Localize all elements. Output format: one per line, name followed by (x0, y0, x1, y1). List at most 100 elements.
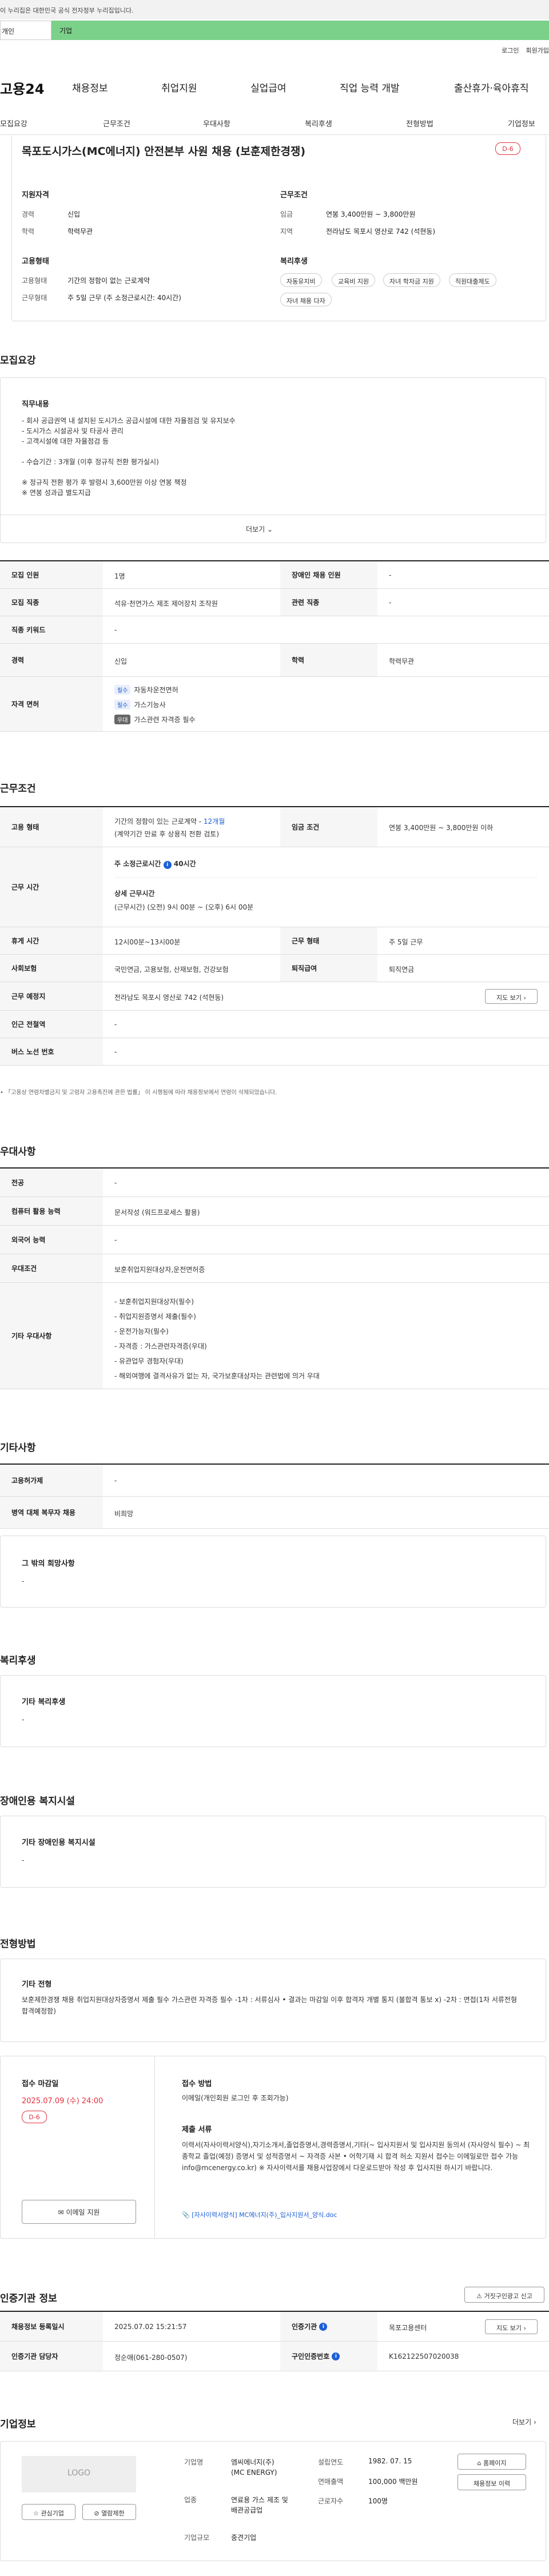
report-fake-ad-button[interactable]: ⚠ 거짓구인광고 신고 (464, 2287, 544, 2303)
career-value: 신입 (67, 210, 81, 218)
th-military: 병역 대체 복무자 채용 (0, 1497, 103, 1528)
cert-map-label: 지도 보기 (496, 2324, 522, 2332)
th-permit: 고용허가제 (0, 1465, 103, 1496)
place-value: 전라남도 목포시 영산로 742 (석현동) (326, 228, 436, 236)
block-view-button[interactable]: ⊘ 열람제한 (82, 2504, 136, 2520)
chevron-right-icon: › (523, 2324, 526, 2332)
welfare-other-value: - (22, 1716, 25, 1724)
td-time-weekly: 주 소정근로시간 i 40시간 (114, 859, 196, 869)
td-prefer-cond: 보훈취업지원대상자,운전면허증 (114, 1266, 205, 1274)
td-time-detail-head: 상세 근무시간 (114, 890, 155, 898)
job-history-button[interactable]: 채용정보 이력 (458, 2474, 526, 2490)
th-edu: 학력 (280, 644, 377, 676)
etc-other-card (0, 1536, 546, 1608)
welfare-chip: 자녀 학자금 지원 (383, 273, 440, 287)
td-career: 신입 (114, 657, 128, 665)
license-name: 자동차운전면허 (134, 686, 178, 694)
util-menu: 로그인 회원가입 (495, 46, 549, 55)
table-row: 모집 직종 석유·천연가스 제조 제어장치 조작원 관련 직종 - (0, 589, 549, 616)
divider (154, 2056, 155, 2239)
info-icon[interactable]: i (163, 861, 172, 869)
homepage-button[interactable]: ⌂ 홈페이지 (458, 2454, 526, 2470)
table-row: 고용허가제 - (0, 1465, 549, 1497)
chevron-down-icon: ⌄ (266, 525, 273, 533)
cert-title: 인증기관 정보 (0, 2293, 57, 2304)
divider (114, 877, 538, 878)
tab-individual[interactable]: 개인 (0, 21, 51, 40)
th-address: 근무 예정지 (0, 982, 103, 1010)
emp-period: 12개월 (203, 818, 225, 826)
found-value: 1982. 07. 15 (368, 2457, 412, 2465)
company-name-label: 기업명 (184, 2458, 204, 2466)
th-reg-date: 채용정보 등록일시 (0, 2312, 103, 2341)
duty-more-button[interactable]: 더보기 ⌄ (246, 524, 273, 534)
table-row: 인증기관 담당자 정순애(061-280-0507) 구인인증번호 i K162… (0, 2342, 549, 2371)
td-rest: 12시00분~13시00분 (114, 938, 181, 946)
gov-banner: 이 누리집은 대한민국 공식 전자정부 누리집입니다. (0, 0, 549, 19)
td-language: - (114, 1236, 117, 1244)
anchor-company[interactable]: 기업정보 (508, 118, 535, 129)
welfare-chip: 자동유지비 (280, 273, 322, 287)
work-type-label: 근무형태 (22, 294, 47, 302)
duty-heading: 직무내용 (22, 400, 49, 409)
gnb-menu-unemployment[interactable]: 실업급여 (250, 80, 287, 94)
attachment-link[interactable]: 📎 [자사이력서양식] MC에너지(주)_입사지원서_양식.doc (182, 2210, 337, 2219)
td-occupation: 석유·천연가스 제조 제어장치 조작원 (114, 600, 218, 608)
duty-more-label: 더보기 (246, 525, 265, 533)
td-edu: 학력무관 (389, 657, 415, 665)
map-button[interactable]: 지도 보기 › (485, 989, 538, 1004)
tab-business[interactable]: 기업 (51, 21, 549, 40)
join-link[interactable]: 회원가입 (526, 47, 549, 54)
gnb-menu-jobs[interactable]: 채용정보 (72, 80, 108, 94)
welfare-chip: 자녀 채용 다자 (280, 293, 332, 306)
login-link[interactable]: 로그인 (502, 47, 519, 54)
license-item: 필수 자동차운전면허 (114, 685, 178, 695)
table-row: 기타 우대사항 - 보훈취업지원대상자(필수) - 취업지원증명서 제출(필수)… (0, 1283, 549, 1389)
th-shift: 근무 형태 (280, 927, 377, 954)
emp-type-label: 고용형태 (22, 277, 47, 285)
etc-other-heading: 그 밖의 희망사항 (22, 1560, 75, 1568)
job-title: 목포도시가스(MC에너지) 안전본부 사원 채용 (보훈제한경쟁) (22, 145, 306, 158)
anchor-prefer[interactable]: 우대사항 (203, 118, 230, 129)
company-more-link[interactable]: 더보기 › (512, 2417, 536, 2427)
anchor-conditions[interactable]: 근무조건 (103, 118, 130, 129)
td-keyword: - (114, 626, 117, 634)
method-value: 이메일(개인회원 로그인 후 조회가능) (182, 2094, 289, 2102)
license-tag: 필수 (114, 700, 131, 709)
site-logo[interactable]: 고용24 (0, 78, 45, 98)
td-major: - (114, 1179, 117, 1187)
emp-value: 기간의 정함이 있는 근로계약 - (114, 818, 204, 826)
th-cert-agency: 인증기관 i (280, 2312, 377, 2341)
info-icon[interactable]: i (319, 2322, 328, 2331)
anchor-welfare[interactable]: 복리후생 (305, 118, 332, 129)
recruit-title: 모집요강 (0, 355, 36, 366)
license-tag: 우대 (114, 715, 131, 724)
th-language: 외국어 능력 (0, 1226, 103, 1254)
th-wage: 임금 조건 (280, 807, 377, 847)
anchor-process[interactable]: 전형방법 (406, 118, 433, 129)
th-computer: 컴퓨터 활용 능력 (0, 1197, 103, 1225)
gnb-menu-training[interactable]: 직업 능력 개발 (340, 80, 400, 94)
email-apply-button[interactable]: ✉ 이메일 지원 (22, 2200, 136, 2224)
company-name-value: 엠씨에너지(주) (MC ENERGY) (231, 2458, 277, 2477)
homepage-label: 홈페이지 (483, 2459, 507, 2467)
th-disabled-count: 장애인 채용 인원 (280, 561, 377, 588)
interest-company-button[interactable]: ☆ 관심기업 (22, 2504, 75, 2520)
th-keyword: 직종 키워드 (0, 616, 103, 643)
emp-heading: 고용형태 (22, 257, 49, 266)
method-heading: 접수 방법 (182, 2080, 212, 2088)
table-row: 사회보험 국민연금, 고용보험, 산재보험, 건강보험 퇴직급여 퇴직연금 (0, 955, 549, 982)
gnb-menu-employment-support[interactable]: 취업지원 (161, 80, 197, 94)
td-cert-number: K162122507020038 (389, 2352, 459, 2360)
info-icon[interactable]: i (332, 2352, 340, 2360)
wage-value: 연봉 3,400만원 ~ 3,800만원 (326, 210, 416, 218)
td-military: 비희망 (114, 1510, 134, 1518)
gnb-menu-leave[interactable]: 출산휴가·육아휴직 (454, 80, 529, 94)
welfare-chip: 교육비 지원 (332, 273, 376, 287)
found-label: 설립연도 (318, 2458, 344, 2466)
th-cert-manager: 인증기관 담당자 (0, 2342, 103, 2371)
table-row: 인근 전철역 - (0, 1011, 549, 1038)
anchor-recruit[interactable]: 모집요강 (0, 118, 27, 129)
size-label: 기업규모 (184, 2534, 210, 2542)
cert-map-button[interactable]: 지도 보기 › (485, 2319, 538, 2334)
